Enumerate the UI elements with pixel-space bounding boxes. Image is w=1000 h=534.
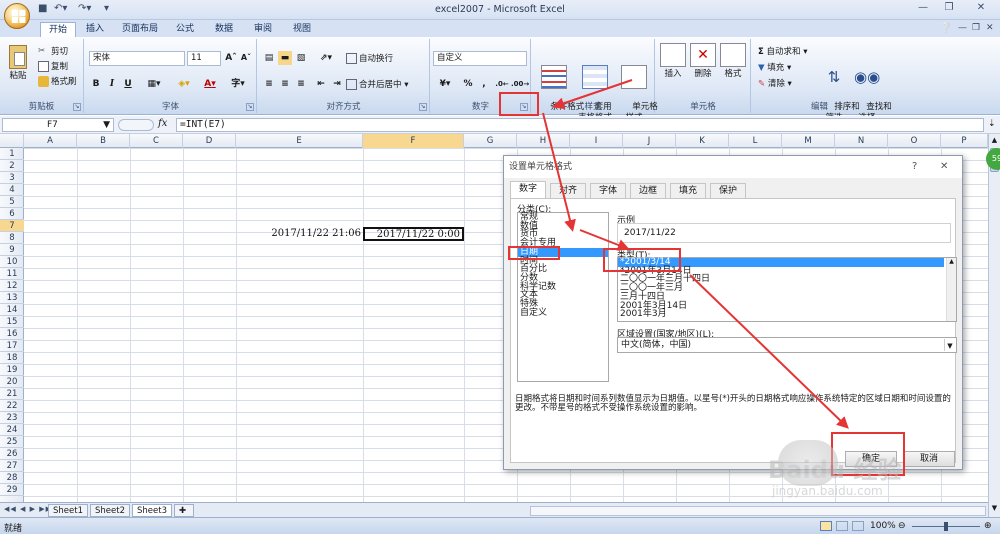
- office-logo-icon: ■■ ■■: [11, 8, 27, 24]
- baidu-watermark: Baidu 经验 jingyan.baidu.com: [768, 436, 958, 506]
- watermark-brand: Baidu 经验: [768, 456, 902, 484]
- watermark-url: jingyan.baidu.com: [772, 484, 883, 498]
- arrow-to-type: [579, 229, 630, 251]
- office-button[interactable]: ■■ ■■: [4, 3, 30, 29]
- arrow-to-ok: [689, 274, 849, 429]
- arrow-to-launcher: [552, 79, 633, 110]
- arrow-to-date: [542, 112, 576, 232]
